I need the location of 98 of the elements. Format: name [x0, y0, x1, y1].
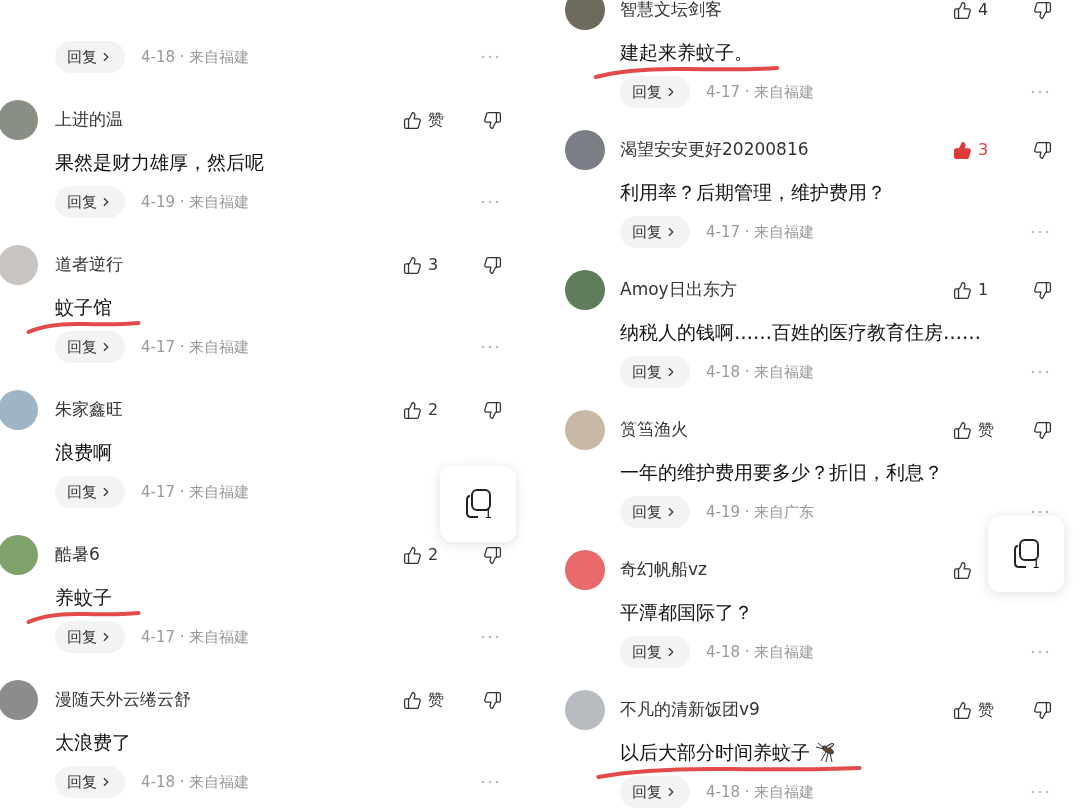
- reply-button[interactable]: 回复: [620, 636, 690, 668]
- comment-text: 建起来养蚊子。: [620, 39, 753, 65]
- username[interactable]: 道者逆行: [55, 252, 403, 278]
- comment-meta: 4-19 · 来自广东: [706, 501, 816, 523]
- reply-button[interactable]: 回复: [55, 766, 125, 798]
- like-button[interactable]: 4: [953, 0, 989, 22]
- avatar[interactable]: [0, 100, 38, 140]
- reply-button[interactable]: 回复: [55, 331, 125, 363]
- more-icon[interactable]: [481, 200, 499, 204]
- dislike-icon[interactable]: [483, 690, 502, 710]
- comment-meta: 4-18 · 来自福建: [141, 46, 251, 68]
- comment-text: 利用率？后期管理，维护费用？: [620, 179, 886, 205]
- floating-copy-button[interactable]: 1: [988, 516, 1064, 592]
- username[interactable]: Amoy日出东方: [620, 277, 953, 303]
- comment-text: 太浪费了: [55, 729, 131, 755]
- comment-text: 果然是财力雄厚，然后呢: [55, 149, 264, 175]
- more-icon[interactable]: [1031, 510, 1049, 514]
- username[interactable]: 漫随天外云绻云舒: [55, 687, 403, 713]
- more-icon[interactable]: [1031, 90, 1049, 94]
- dislike-icon[interactable]: [1033, 280, 1052, 300]
- avatar[interactable]: [565, 130, 605, 170]
- more-icon[interactable]: [481, 780, 499, 784]
- avatar[interactable]: [565, 550, 605, 590]
- reply-button[interactable]: 回复: [620, 356, 690, 388]
- like-button[interactable]: 赞: [403, 688, 444, 712]
- comment-meta: 4-18 · 来自福建: [706, 361, 816, 383]
- more-icon[interactable]: [481, 55, 499, 59]
- comment-meta: 4-17 · 来自福建: [141, 626, 251, 648]
- reply-button[interactable]: 回复: [620, 496, 690, 528]
- like-button[interactable]: [953, 560, 972, 580]
- like-button[interactable]: 赞: [953, 698, 994, 722]
- dislike-icon[interactable]: [1033, 420, 1052, 440]
- comment-text: 纳税人的钱啊……百姓的医疗教育住房……: [620, 319, 981, 345]
- like-button[interactable]: 3: [403, 253, 439, 277]
- more-icon[interactable]: [1031, 790, 1049, 794]
- comment-meta: 4-19 · 来自福建: [141, 191, 251, 213]
- more-icon[interactable]: [1031, 650, 1049, 654]
- comment-meta: 4-18 · 来自福建: [141, 771, 251, 793]
- like-button[interactable]: 3: [953, 138, 989, 162]
- thumbs-up-icon: [953, 0, 972, 20]
- username[interactable]: 筼筜渔火: [620, 417, 953, 443]
- reply-button[interactable]: 回复: [620, 776, 690, 808]
- comment-text: 浪费啊: [55, 439, 112, 465]
- reply-button[interactable]: 回复: [55, 476, 125, 508]
- username[interactable]: 朱家鑫旺: [55, 397, 403, 423]
- thumbs-up-icon: [953, 560, 972, 580]
- thumbs-up-icon: [403, 110, 422, 130]
- thumbs-up-icon: [953, 140, 972, 160]
- reply-button[interactable]: 回复: [620, 216, 690, 248]
- like-button[interactable]: 赞: [953, 418, 994, 442]
- thumbs-up-icon: [403, 255, 422, 275]
- reply-button[interactable]: 回复: [55, 41, 125, 73]
- reply-button[interactable]: 回复: [620, 76, 690, 108]
- dislike-icon[interactable]: [483, 400, 502, 420]
- username[interactable]: 渴望安安更好20200816: [620, 137, 953, 163]
- more-icon[interactable]: [481, 635, 499, 639]
- comment-text: 以后大部分时间养蚊子: [620, 739, 810, 765]
- dislike-icon[interactable]: [483, 110, 502, 130]
- floating-copy-button[interactable]: 1: [440, 466, 516, 542]
- comment-text: 一年的维护费用要多少？折旧，利息？: [620, 459, 943, 485]
- username[interactable]: 酷暑6: [55, 542, 403, 568]
- thumbs-up-icon: [403, 545, 422, 565]
- comment-text: 蚊子馆: [55, 294, 112, 320]
- thumbs-up-icon: [403, 690, 422, 710]
- avatar[interactable]: [0, 680, 38, 720]
- comment-meta: 4-17 · 来自福建: [141, 336, 251, 358]
- dislike-icon[interactable]: [483, 255, 502, 275]
- like-button[interactable]: 1: [953, 278, 989, 302]
- comment-meta: 4-18 · 来自福建: [706, 641, 816, 663]
- username[interactable]: 上进的温: [55, 107, 403, 133]
- comment-text: 养蚊子: [55, 584, 112, 610]
- reply-button[interactable]: 回复: [55, 621, 125, 653]
- avatar[interactable]: [565, 270, 605, 310]
- more-icon[interactable]: [481, 345, 499, 349]
- thumbs-up-icon: [403, 400, 422, 420]
- username[interactable]: 智慧文坛剑客: [620, 0, 953, 23]
- comment-meta: 4-17 · 来自福建: [706, 81, 816, 103]
- dislike-icon[interactable]: [1033, 0, 1052, 20]
- dislike-icon[interactable]: [1033, 140, 1052, 160]
- comment-meta: 4-18 · 来自福建: [706, 781, 816, 803]
- username[interactable]: 不凡的清新饭团v9: [620, 697, 953, 723]
- avatar[interactable]: [0, 535, 38, 575]
- like-button[interactable]: 赞: [403, 108, 444, 132]
- reply-button[interactable]: 回复: [55, 186, 125, 218]
- username[interactable]: 奇幻帆船vz: [620, 557, 953, 583]
- like-button[interactable]: 2: [403, 398, 439, 422]
- like-button[interactable]: 2: [403, 543, 439, 567]
- comment-meta: 4-17 · 来自福建: [706, 221, 816, 243]
- dislike-icon[interactable]: [1033, 700, 1052, 720]
- more-icon[interactable]: [1031, 370, 1049, 374]
- thumbs-up-icon: [953, 280, 972, 300]
- thumbs-up-icon: [953, 420, 972, 440]
- thumbs-up-icon: [953, 700, 972, 720]
- more-icon[interactable]: [1031, 230, 1049, 234]
- avatar[interactable]: [565, 0, 605, 30]
- comment-meta: 4-17 · 来自福建: [141, 481, 251, 503]
- comment-text: 平潭都国际了？: [620, 599, 753, 625]
- dislike-icon[interactable]: [483, 545, 502, 565]
